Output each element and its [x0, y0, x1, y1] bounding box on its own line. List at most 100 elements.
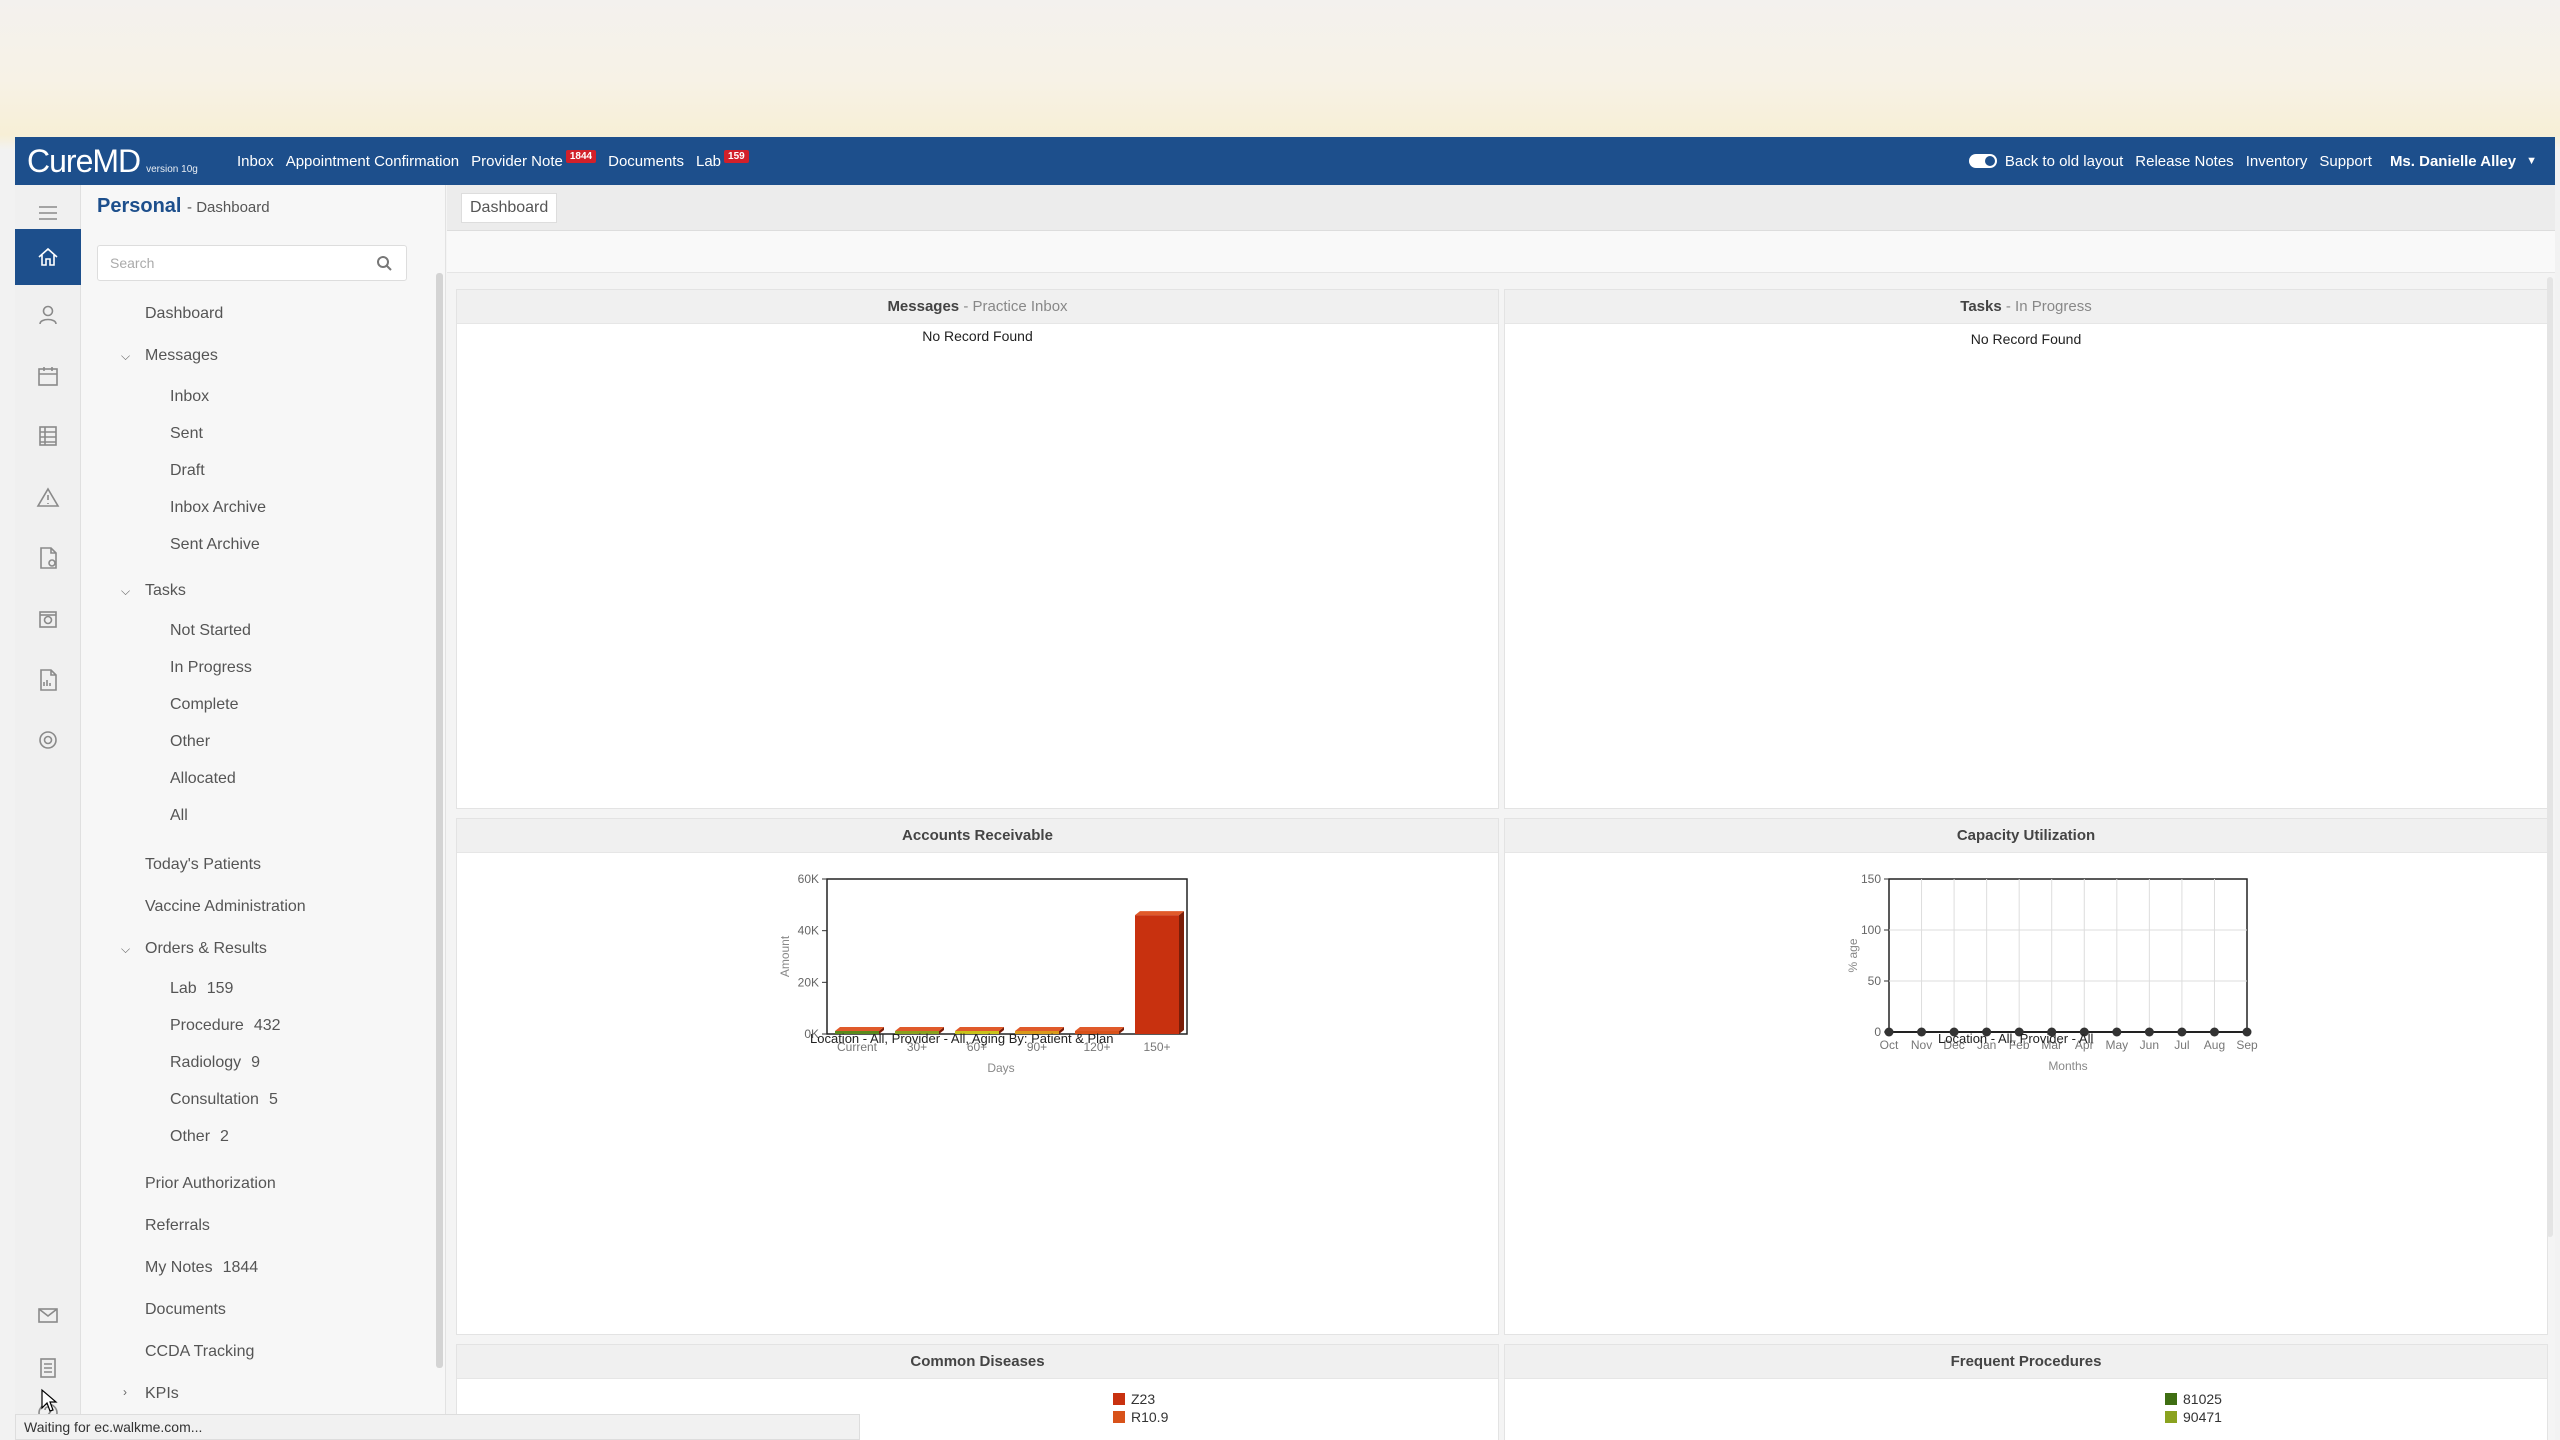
sidebar-item-todays-patients[interactable]: Today's Patients — [145, 856, 261, 874]
sidebar-item-documents[interactable]: Documents — [145, 1301, 226, 1319]
chevron-down-icon[interactable]: ▼ — [2526, 155, 2537, 167]
chevron-down-icon[interactable]: ⌵ — [121, 584, 130, 599]
sidebar-item-referrals[interactable]: Referrals — [145, 1217, 210, 1235]
consultation-count: 5 — [268, 1091, 278, 1108]
cap-xlabel: Months — [2048, 1059, 2087, 1073]
sidebar-title-sub: - Dashboard — [187, 199, 270, 216]
sidebar-item-other[interactable]: Other — [170, 733, 210, 751]
sidebar-item-allocated[interactable]: Allocated — [170, 770, 236, 788]
capacity-panel-title[interactable]: Capacity Utilization — [1957, 827, 2095, 844]
sidebar-item-sent[interactable]: Sent — [170, 425, 203, 443]
rail-home-button[interactable] — [15, 229, 81, 285]
ar-bar-side — [1179, 911, 1184, 1034]
tasks-empty-note: No Record Found — [1970, 331, 2082, 347]
ar-ytick-label: 60K — [798, 872, 819, 886]
rail-reports-button[interactable] — [15, 652, 81, 708]
tasks-panel-title[interactable]: Tasks — [1960, 298, 2001, 315]
cap-ylabel: % age — [1846, 938, 1860, 972]
user-menu[interactable]: Ms. Danielle Alley — [2390, 153, 2516, 170]
diseases-panel-title[interactable]: Common Diseases — [910, 1353, 1044, 1370]
lab-badge: 159 — [724, 149, 749, 163]
rail-calendar-button[interactable] — [15, 348, 81, 404]
rail-register-button[interactable] — [15, 591, 81, 647]
sidebar-item-dashboard[interactable]: Dashboard — [145, 305, 223, 323]
app-window: CureMD version 10g Inbox Appointment Con… — [15, 137, 2555, 1440]
sidebar-item-not-started[interactable]: Not Started — [170, 622, 251, 640]
ar-bar — [1135, 915, 1179, 1034]
sidebar-item-my-notes[interactable]: My Notes 1844 — [145, 1259, 258, 1277]
sidebar-item-tasks[interactable]: Tasks — [145, 582, 186, 600]
sidebar-item-draft[interactable]: Draft — [170, 462, 205, 480]
sidebar-item-ccda-tracking[interactable]: CCDA Tracking — [145, 1343, 254, 1361]
rail-mail-button[interactable] — [15, 1287, 81, 1343]
warning-icon — [36, 487, 60, 507]
sidebar-item-inbox[interactable]: Inbox — [170, 388, 209, 406]
messages-empty-note: No Record Found — [922, 328, 1033, 344]
capacity-utilization-chart: Oct Nov Dec Jan Feb Mar Apr May Jun Jul Aug Sep0501… — [1846, 872, 2258, 1073]
nav-inbox[interactable]: Inbox — [237, 153, 274, 170]
ar-panel-title[interactable]: Accounts Receivable — [902, 827, 1053, 844]
procedure-legend-90471: 90471 — [2165, 1409, 2222, 1425]
sidebar: Personal - Dashboard Dashboard ⌵ Message… — [81, 185, 446, 1440]
cash-register-icon — [39, 611, 57, 628]
search-input[interactable] — [98, 255, 368, 271]
chevron-down-icon[interactable]: ⌵ — [121, 349, 130, 364]
sidebar-item-all[interactable]: All — [170, 807, 188, 825]
hamburger-icon — [39, 206, 57, 220]
rail-list-button[interactable] — [15, 408, 81, 464]
release-notes-link[interactable]: Release Notes — [2135, 153, 2233, 170]
nav-documents[interactable]: Documents — [608, 153, 684, 170]
curemd-logo[interactable]: CureMD version 10g — [27, 143, 237, 180]
sidebar-item-kpis[interactable]: KPIs — [145, 1385, 179, 1403]
procedures-panel-title[interactable]: Frequent Procedures — [1951, 1353, 2102, 1370]
sidebar-item-inbox-archive[interactable]: Inbox Archive — [170, 499, 266, 517]
sidebar-item-messages[interactable]: Messages — [145, 347, 218, 365]
disease-legend-r109-label: R10.9 — [1131, 1409, 1169, 1425]
icon-rail — [15, 185, 81, 1440]
sidebar-scrollbar[interactable] — [436, 273, 443, 1368]
support-link[interactable]: Support — [2319, 153, 2372, 170]
chevron-right-icon[interactable]: › — [123, 1385, 127, 1399]
sidebar-item-radiology[interactable]: Radiology 9 — [170, 1054, 260, 1072]
inventory-link[interactable]: Inventory — [2246, 153, 2308, 170]
ar-chart-footer: Location - All, Provider - All, Aging By… — [810, 1031, 1114, 1046]
nav-inbox-label: Inbox — [237, 152, 274, 170]
sidebar-item-orders-results[interactable]: Orders & Results — [145, 940, 267, 958]
cap-ytick-label: 0 — [1874, 1025, 1881, 1039]
rail-billing-button[interactable] — [15, 530, 81, 586]
sidebar-item-complete[interactable]: Complete — [170, 696, 238, 714]
sidebar-item-lab[interactable]: Lab 159 — [170, 980, 233, 998]
main-scrollbar[interactable] — [2547, 277, 2553, 1237]
capacity-utilization-panel: Capacity Utilization Oct Nov Dec Jan Feb Mar A… — [1504, 818, 2548, 1335]
sidebar-item-procedure[interactable]: Procedure 432 — [170, 1017, 281, 1035]
messages-panel-header: Messages - Practice Inbox — [457, 290, 1498, 324]
sidebar-item-prior-authorization[interactable]: Prior Authorization — [145, 1175, 276, 1193]
nav-lab[interactable]: Lab 159 — [696, 149, 749, 170]
cap-point — [2112, 1027, 2122, 1037]
old-layout-toggle[interactable] — [1968, 154, 1997, 168]
sidebar-title: Personal - Dashboard — [97, 195, 270, 218]
radiology-label: Radiology — [170, 1054, 242, 1071]
rail-patient-button[interactable] — [15, 287, 81, 343]
tab-dashboard[interactable]: Dashboard — [461, 193, 558, 223]
rail-settings-button[interactable] — [15, 712, 81, 768]
sidebar-item-sent-archive[interactable]: Sent Archive — [170, 536, 260, 554]
lab-count: 159 — [206, 980, 234, 997]
cap-xtick-label: Jul — [2174, 1038, 2189, 1052]
tab-bar: Dashboard — [447, 185, 2555, 231]
back-to-old-layout-link[interactable]: Back to old layout — [2005, 153, 2123, 170]
sidebar-item-consultation[interactable]: Consultation 5 — [170, 1091, 278, 1109]
sidebar-item-vaccine-administration[interactable]: Vaccine Administration — [145, 898, 306, 916]
procedure-legend-90471-label: 90471 — [2183, 1409, 2222, 1425]
chevron-down-icon[interactable]: ⌵ — [121, 942, 130, 957]
search-icon[interactable] — [376, 255, 392, 271]
calendar-icon — [38, 367, 58, 386]
sidebar-item-orders-other[interactable]: Other 2 — [170, 1128, 229, 1146]
sidebar-item-in-progress[interactable]: In Progress — [170, 659, 252, 677]
nav-provider-note[interactable]: Provider Note 1844 — [471, 149, 597, 170]
nav-appointment-confirmation[interactable]: Appointment Confirmation — [286, 153, 459, 170]
rail-alerts-button[interactable] — [15, 470, 81, 526]
report-icon — [40, 669, 57, 691]
messages-panel-title[interactable]: Messages — [887, 298, 959, 315]
frequent-procedures-panel: Frequent Procedures 81025 90471 — [1504, 1344, 2548, 1440]
